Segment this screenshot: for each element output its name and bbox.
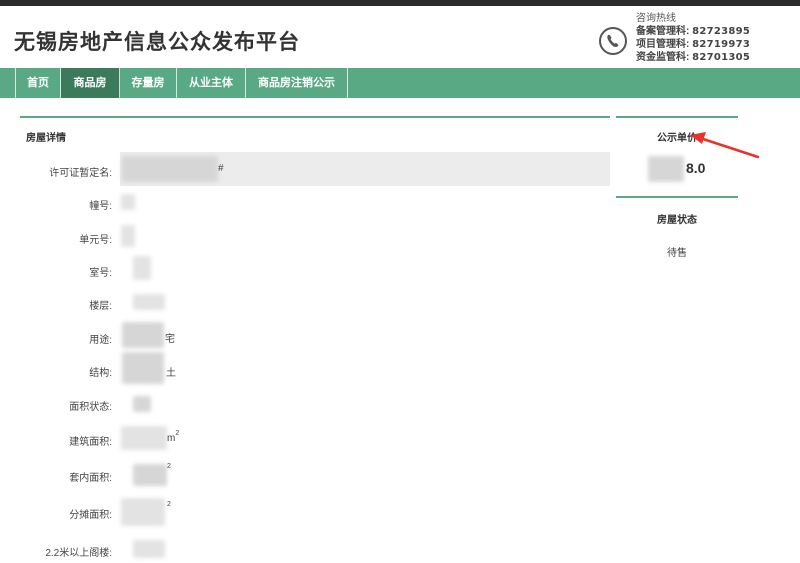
- redacted-value: [133, 464, 167, 486]
- redacted-value: [121, 426, 167, 450]
- details-title: 房屋详情: [26, 133, 66, 144]
- hotline-number: 82701305: [692, 52, 751, 63]
- hotline-number: 82723895: [692, 26, 751, 37]
- shared-area-unit: 2: [167, 501, 171, 515]
- building-area-unit: m2: [167, 430, 180, 444]
- unit-superscript: 2: [175, 430, 180, 437]
- field-label-shared-area: 分摊面积:: [69, 510, 112, 521]
- field-label-unit-no: 单元号:: [79, 235, 112, 246]
- status-panel-border: [616, 196, 738, 198]
- redacted-value: [122, 322, 164, 348]
- hotline-title: 咨询热线: [636, 13, 676, 24]
- redacted-value: [133, 540, 165, 558]
- redacted-value: [121, 225, 135, 247]
- house-status-title: 房屋状态: [657, 215, 697, 226]
- redacted-value: [122, 156, 218, 182]
- site-header: 无锡房地产信息公众发布平台 咨询热线 备案管理科: 82723895 项目管理科…: [0, 6, 800, 68]
- site-title: 无锡房地产信息公众发布平台: [14, 31, 300, 54]
- nav-item-cancellation-notice[interactable]: 商品房注销公示: [246, 68, 348, 98]
- unit-superscript: 2: [167, 463, 171, 470]
- field-label-structure: 结构:: [89, 368, 112, 379]
- hotline-row: 资金监管科: 82701305: [636, 51, 750, 64]
- nav-item-resale-housing[interactable]: 存量房: [120, 68, 177, 98]
- field-label-floor: 楼层:: [89, 301, 112, 312]
- main-nav: 首页 商品房 存量房 从业主体 商品房注销公示: [0, 68, 800, 98]
- hotline-label: 项目管理科:: [636, 39, 690, 50]
- hotline-row: 备案管理科: 82723895: [636, 25, 750, 38]
- redacted-value: [122, 352, 164, 384]
- hotline-label: 备案管理科:: [636, 26, 690, 37]
- hotline-label: 资金监管科:: [636, 52, 690, 63]
- redacted-value: [133, 294, 165, 310]
- nav-item-new-housing[interactable]: 商品房: [61, 68, 120, 98]
- phone-icon: [599, 27, 627, 55]
- annotation-arrow: [690, 132, 760, 159]
- details-panel-border: [20, 116, 610, 118]
- unit-superscript: 2: [167, 501, 171, 508]
- field-label-room-no: 室号:: [89, 268, 112, 279]
- hotline-block: 咨询热线 备案管理科: 82723895 项目管理科: 82719973 资金监…: [636, 12, 750, 64]
- structure-suffix: 土: [166, 368, 176, 379]
- redacted-value: [121, 194, 135, 210]
- hotline-row: 项目管理科: 82719973: [636, 38, 750, 51]
- field-label-building-area: 建筑面积:: [69, 437, 112, 448]
- inner-area-unit: 2: [167, 463, 171, 477]
- redacted-price: [648, 156, 684, 182]
- field-label-permit-name: 许可证暂定名:: [49, 168, 112, 179]
- field-label-inner-area: 套内面积:: [69, 473, 112, 484]
- hotline-number: 82719973: [692, 39, 751, 50]
- nav-item-practitioners[interactable]: 从业主体: [177, 68, 246, 98]
- usage-suffix: 宅: [165, 334, 175, 345]
- house-status-value: 待售: [667, 248, 687, 259]
- permit-name-suffix: #: [218, 163, 224, 174]
- nav-item-home[interactable]: 首页: [15, 68, 61, 98]
- price-panel-border: [616, 116, 738, 118]
- field-label-usage: 用途:: [89, 335, 112, 346]
- redacted-value: [133, 396, 151, 412]
- field-label-attic: 2.2米以上阁楼:: [45, 548, 112, 559]
- field-label-building-no: 幢号:: [89, 201, 112, 212]
- redacted-value: [121, 498, 165, 526]
- field-label-area-status: 面积状态:: [69, 402, 112, 413]
- redacted-value: [133, 256, 151, 280]
